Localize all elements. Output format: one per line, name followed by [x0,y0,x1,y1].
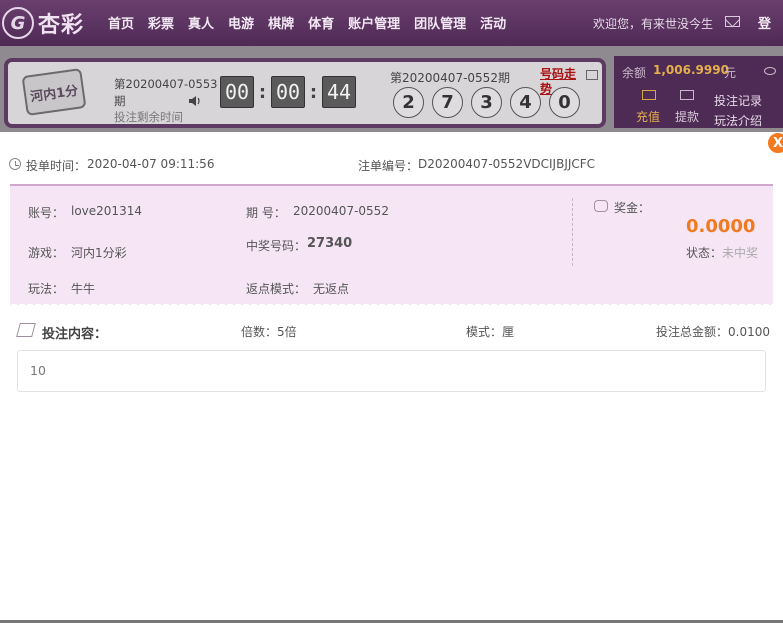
welcome-text: 欢迎您，有来世没今生 [593,17,714,31]
issue-value: 20200407-0552 [293,204,389,218]
mail-icon[interactable] [725,16,740,27]
trend-link[interactable]: 号码走势 [540,67,578,97]
withdraw-button[interactable]: 提款 [675,108,699,125]
play-label: 玩法： [28,282,65,296]
previous-issue: 第20200407-0552期 [390,71,510,85]
nav-item-chess[interactable]: 棋牌 [268,13,294,32]
timer-separator: : [258,81,267,103]
result-ball: 7 [432,87,463,118]
balance-unit: 元 [724,66,737,80]
top-nav-bar: G 杏彩 首页 彩票 真人 电游 棋牌 体育 账户管理 团队管理 活动 欢迎您，… [0,0,783,46]
account-value: love201314 [71,204,142,218]
edit-note-icon [16,323,36,337]
account-box: 余额 1,006.9990 元 充值 提款 投注记录 玩法介绍 [614,56,783,128]
prize-bag-icon [594,200,608,212]
game-value: 河内1分彩 [71,246,127,260]
countdown-label: 投注剩余时间 [114,110,183,124]
nav-item-lottery[interactable]: 彩票 [148,13,174,32]
game-label: 游戏： [28,246,65,260]
recharge-button[interactable]: 充值 [636,108,660,125]
login-link[interactable]: 登 [758,13,771,32]
account-label: 账号： [28,206,65,220]
win-number-label: 中奖号码： [246,239,307,253]
status-value: 未中奖 [722,246,759,260]
wallet-icon [680,90,694,100]
multiple-value: 倍数：5倍 [241,325,297,339]
recharge-icon [642,90,656,100]
main-nav: 首页 彩票 真人 电游 棋牌 体育 账户管理 团队管理 活动 [108,13,520,32]
nav-item-sports[interactable]: 体育 [308,13,334,32]
clock-icon [9,158,21,170]
bet-content-title: 投注内容： [42,327,108,342]
close-button[interactable]: X [767,132,783,154]
nav-item-events[interactable]: 活动 [480,13,506,32]
panel-zigzag-edge [10,300,773,308]
prize-label: 奖金： [614,201,651,215]
timer-minutes: 00 [271,76,305,108]
bet-record-link[interactable]: 投注记录 [714,92,762,109]
trend-chart-icon[interactable] [586,70,598,80]
nav-item-account[interactable]: 账户管理 [348,13,400,32]
current-issue: 第20200407-0553期 [114,77,218,108]
brand-logo[interactable]: G 杏彩 [2,6,84,40]
game-header: 河内1分 第20200407-0553期 投注剩余时间 00 : 00 : 44… [0,46,783,132]
nav-item-home[interactable]: 首页 [108,13,134,32]
bet-detail-dialog: 投单时间： 2020-04-07 09:11:56 注单编号： D2020040… [0,141,783,623]
nav-item-team[interactable]: 团队管理 [414,13,466,32]
nav-item-live[interactable]: 真人 [188,13,214,32]
result-ball: 2 [393,87,424,118]
eye-icon[interactable] [764,67,776,75]
balance-label: 余额 [622,66,647,80]
bet-content-value: 10 [30,363,46,378]
prize-amount: 0.0000 [686,216,756,237]
balance-amount: 1,006.9990 [653,63,729,77]
bet-info-panel: 账号： love201314 期 号： 20200407-0552 游戏： 河内… [10,184,773,304]
bet-time-label: 投单时间： [26,159,87,173]
result-ball: 4 [510,87,541,118]
order-no: D20200407-0552VDCIJBJJCFC [418,157,596,171]
rebate-label: 返点模式： [246,282,307,296]
total-amount: 投注总金额：0.0100 [656,325,770,339]
brand-name: 杏彩 [38,13,85,38]
mode-value: 模式：厘 [466,325,515,339]
timer-hours: 00 [220,76,254,108]
timer-separator: : [309,81,318,103]
play-value: 牛牛 [71,282,96,296]
panel-divider [572,198,573,266]
result-ball: 3 [471,87,502,118]
bet-time: 2020-04-07 09:11:56 [87,157,215,171]
rebate-value: 无返点 [313,282,350,296]
play-intro-link[interactable]: 玩法介绍 [714,112,762,129]
speaker-icon[interactable] [188,94,202,108]
order-no-label: 注单编号： [358,159,419,173]
win-number-value: 27340 [307,236,353,251]
status-label: 状态： [686,246,723,260]
timer-seconds: 44 [322,76,356,108]
game-status-box: 河内1分 第20200407-0553期 投注剩余时间 00 : 00 : 44… [4,58,606,128]
brand-logo-icon: G [2,7,34,39]
countdown-timer: 00 : 00 : 44 [220,76,356,108]
status-wrap: 状态：未中奖 [686,244,758,261]
nav-item-egame[interactable]: 电游 [228,13,254,32]
issue-label: 期 号： [246,206,286,220]
game-logo: 河内1分 [21,68,87,116]
bet-content-box: 10 [17,350,766,392]
